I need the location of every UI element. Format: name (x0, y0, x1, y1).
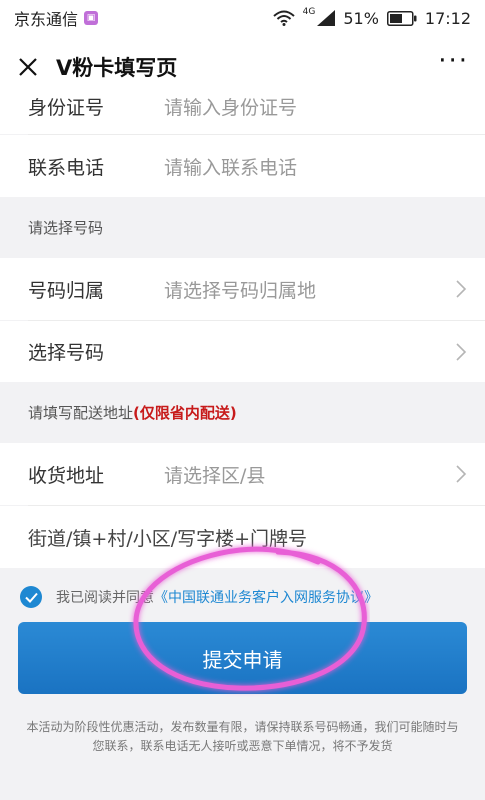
street-address-input[interactable]: 街道/镇+村/小区/写字楼+门牌号 (28, 524, 485, 551)
carrier: 京东通信 ▣ (14, 6, 99, 30)
agreement-link[interactable]: 《中国联通业务客户入网服务协议》 (154, 587, 378, 607)
close-icon (19, 58, 37, 76)
clock: 17:12 (424, 8, 471, 28)
section-header-delivery: 请填写配送地址 (仅限省内配送) (0, 382, 485, 442)
delivery-restriction-note: (仅限省内配送) (133, 403, 237, 422)
battery-percent: 51% (343, 8, 379, 28)
choose-number-label: 选择号码 (28, 342, 105, 364)
phone-row[interactable]: 联系电话 请输入联系电话 (0, 135, 485, 197)
choose-number-row[interactable]: 选择号码 (0, 321, 485, 382)
address-row[interactable]: 收货地址 请选择区/县 (0, 443, 485, 505)
section-title-number: 请选择号码 (28, 218, 104, 237)
more-icon[interactable]: ··· (438, 48, 469, 78)
street-row[interactable]: 街道/镇+村/小区/写字楼+门牌号 (0, 506, 485, 568)
submit-button[interactable]: 提交申请 (18, 622, 467, 694)
battery-icon (386, 10, 417, 26)
checkmark-icon (24, 592, 38, 603)
activity-notice: 本活动为阶段性优惠活动，发布数量有限，请保持联系号码畅通，我们可能随时与您联系，… (26, 720, 459, 753)
carrier-badge-icon: ▣ (84, 11, 99, 25)
carrier-name: 京东通信 (14, 10, 79, 29)
phone-input[interactable]: 请输入联系电话 (164, 153, 485, 180)
district-select[interactable]: 请选择区/县 (164, 461, 485, 488)
address-label: 收货地址 (28, 464, 105, 487)
chevron-right-icon (456, 280, 467, 298)
wifi-icon (272, 10, 295, 26)
number-location-label: 号码归属 (28, 279, 105, 302)
page-title-top: V粉卡填写页 (56, 56, 178, 80)
section-title-delivery: 请填写配送地址 (28, 403, 134, 422)
agreement-checkbox[interactable] (20, 586, 42, 608)
chevron-right-icon (456, 343, 467, 361)
number-location-select[interactable]: 请选择号码归属地 (164, 276, 485, 303)
section-header-number: 请选择号码 (0, 197, 485, 257)
agreement-row: 我已阅读并同意 《中国联通业务客户入网服务协议》 (0, 575, 485, 619)
phone-label: 联系电话 (28, 156, 105, 179)
close-button-top[interactable] (16, 55, 40, 79)
status-bar: 京东通信 ▣ 4G 51% 17:12 (0, 0, 485, 36)
network-type: 4G (302, 7, 316, 17)
nav-bar-cover: V粉卡填写页 ··· (0, 36, 485, 98)
agreement-text: 我已阅读并同意 (56, 590, 154, 606)
chevron-right-icon (456, 465, 467, 483)
signal-icon (317, 10, 336, 26)
number-location-row[interactable]: 号码归属 请选择号码归属地 (0, 258, 485, 320)
